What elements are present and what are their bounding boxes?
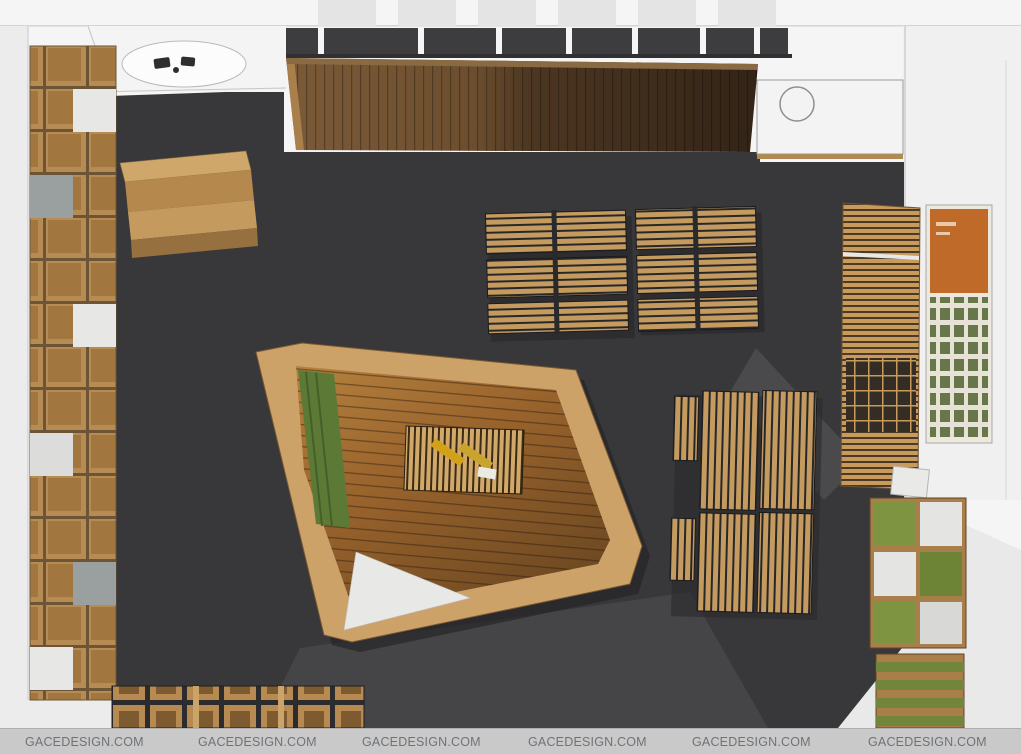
left-shelving-unit xyxy=(30,46,116,700)
cabinet-box xyxy=(757,80,903,154)
slat-bench-small xyxy=(673,396,699,461)
skylight-light xyxy=(398,0,456,26)
watermark-text: GACEDESIGN.COM xyxy=(362,735,481,749)
wall-cabinet-unit xyxy=(757,80,903,159)
cabinet-green-band xyxy=(876,680,964,690)
skylight-dark xyxy=(284,28,318,54)
ceiling-speaker xyxy=(181,56,196,66)
bottom-cubes-divider xyxy=(193,686,199,728)
skylight-dark xyxy=(324,28,418,54)
panel-slats xyxy=(286,58,758,152)
skylight-dark xyxy=(572,28,632,54)
skylight-rail xyxy=(280,54,792,58)
skylight-dark xyxy=(706,28,754,54)
room-rendering xyxy=(0,0,1021,754)
interior-rendering-image: GACEDESIGN.COM GACEDESIGN.COM GACEDESIGN… xyxy=(0,0,1021,754)
left-wall-surface xyxy=(0,26,28,728)
watermark-bar: GACEDESIGN.COM GACEDESIGN.COM GACEDESIGN… xyxy=(0,728,1021,754)
cabinet-cell-white xyxy=(874,552,916,596)
skylight-dark xyxy=(760,28,788,54)
shelf-cell-empty xyxy=(73,89,116,132)
bottom-cubes-divider xyxy=(278,686,284,728)
slatted-tables-left xyxy=(485,208,634,342)
cabinet-wood-strip xyxy=(757,154,903,159)
cabinet-cell-green xyxy=(920,552,962,596)
poster-orange-panel xyxy=(930,209,988,293)
skylight-light xyxy=(318,0,376,26)
skylight-light xyxy=(478,0,536,26)
cabinet-green-band xyxy=(876,716,964,726)
shelf-cell-empty xyxy=(73,304,116,347)
cabinet-cell-white xyxy=(920,602,962,644)
shelf-cell-gray xyxy=(73,562,116,605)
ceiling-spot xyxy=(173,67,179,73)
cabinet-green-band xyxy=(876,698,964,708)
shelf-cell-gray xyxy=(30,175,73,218)
slat-bench xyxy=(757,512,814,613)
watermark-text: GACEDESIGN.COM xyxy=(25,735,144,749)
watermark-text: GACEDESIGN.COM xyxy=(528,735,647,749)
cabinet-cell-green xyxy=(874,602,916,644)
slat-bench-small xyxy=(670,518,696,581)
poster-text-mark xyxy=(936,222,956,226)
watermark-text: GACEDESIGN.COM xyxy=(868,735,987,749)
slat-bench xyxy=(760,391,817,510)
cabinet-cell-white xyxy=(920,502,962,546)
left-wall xyxy=(0,26,28,728)
slatted-benches-center xyxy=(669,388,823,620)
watermark-text: GACEDESIGN.COM xyxy=(198,735,317,749)
right-shelving-cubbies xyxy=(846,358,916,432)
cabinet-green-band xyxy=(876,662,964,672)
cabinet-cell-green xyxy=(874,502,916,546)
right-shelving-unit xyxy=(841,203,920,490)
skylight-dark xyxy=(424,28,496,54)
shelf-cell-light xyxy=(30,433,73,476)
skylight-light xyxy=(638,0,696,26)
bottom-shelving-row xyxy=(112,686,364,728)
slatted-tables-right xyxy=(635,204,764,335)
skylight-dark xyxy=(502,28,566,54)
green-cabinet-lower xyxy=(876,654,964,728)
poster-text-mark xyxy=(936,232,950,235)
wall-poster xyxy=(926,205,992,443)
skylight-light xyxy=(718,0,776,26)
bottom-cubes xyxy=(112,686,364,728)
skylight-light xyxy=(558,0,616,26)
ceiling-light xyxy=(122,41,246,87)
slat-bench xyxy=(700,391,759,510)
slat-bench xyxy=(697,513,756,612)
shelf-cell-empty xyxy=(30,647,73,690)
right-shelving-slats xyxy=(841,203,920,490)
white-box-item xyxy=(891,466,930,498)
slatted-wall-panel xyxy=(286,58,758,152)
watermark-text: GACEDESIGN.COM xyxy=(692,735,811,749)
poster-grid-panel xyxy=(930,297,988,437)
reception-desk xyxy=(120,151,258,258)
skylight-dark xyxy=(638,28,700,54)
